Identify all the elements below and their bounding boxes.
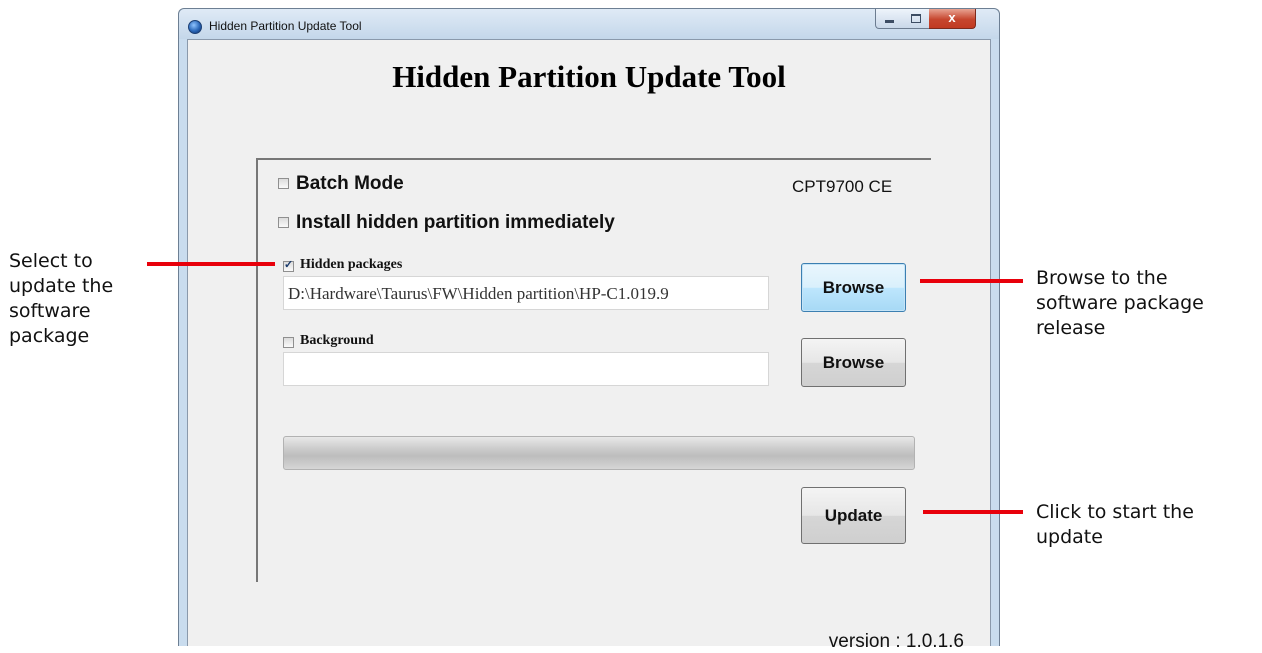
annotation-line-text: update (1036, 526, 1103, 548)
hidden-packages-browse-button[interactable]: Browse (801, 263, 906, 312)
hidden-packages-path-field[interactable]: D:\Hardware\Taurus\FW\Hidden partition\H… (283, 276, 769, 310)
version-label: version : 1.0.1.6 (828, 631, 964, 652)
maximize-button[interactable] (902, 9, 930, 29)
annotation-line-text: package (9, 325, 90, 347)
install-immediately-checkbox[interactable] (278, 217, 289, 228)
hidden-packages-checkbox[interactable] (283, 258, 294, 272)
device-model-label: CPT9700 CE (792, 177, 893, 196)
window-title: Hidden Partition Update Tool (209, 19, 362, 33)
background-checkbox[interactable] (283, 337, 294, 348)
progress-bar (283, 436, 915, 470)
app-window: Hidden Partition Update Tool x Hidden Pa… (178, 8, 1000, 652)
annotation-line-text: Select to (9, 250, 93, 272)
background-browse-button[interactable]: Browse (801, 338, 906, 387)
annotation-line-text: software (9, 300, 91, 322)
batch-mode-label[interactable]: Batch Mode (296, 173, 404, 195)
annotation-line-text: software package (1036, 292, 1204, 314)
update-pointer-line (923, 510, 1023, 514)
select-annotation: Select to update the software package (9, 249, 113, 349)
annotation-line-text: update the (9, 275, 114, 297)
select-pointer-line (147, 262, 275, 266)
background-path-field[interactable] (283, 352, 769, 386)
hidden-packages-label[interactable]: Hidden packages (300, 257, 402, 273)
install-immediately-label[interactable]: Install hidden partition immediately (296, 212, 615, 234)
background-label[interactable]: Background (300, 333, 374, 349)
annotation-line-text: release (1036, 317, 1106, 339)
close-button[interactable]: x (929, 9, 976, 29)
globe-icon (188, 20, 202, 34)
browse-annotation: Browse to the software package release (1036, 266, 1204, 341)
update-button[interactable]: Update (801, 487, 906, 544)
minimize-button[interactable] (875, 9, 903, 29)
batch-mode-checkbox[interactable] (278, 178, 289, 189)
title-bar[interactable]: Hidden Partition Update Tool x (179, 9, 999, 39)
annotation-line-text: Click to start the (1036, 501, 1194, 523)
window-client-area: Hidden Partition Update Tool Batch Mode … (187, 39, 991, 652)
annotation-line-text: Browse to the (1036, 267, 1168, 289)
app-heading: Hidden Partition Update Tool (392, 59, 786, 94)
browse-pointer-line (920, 279, 1023, 283)
update-annotation: Click to start the update (1036, 500, 1194, 550)
